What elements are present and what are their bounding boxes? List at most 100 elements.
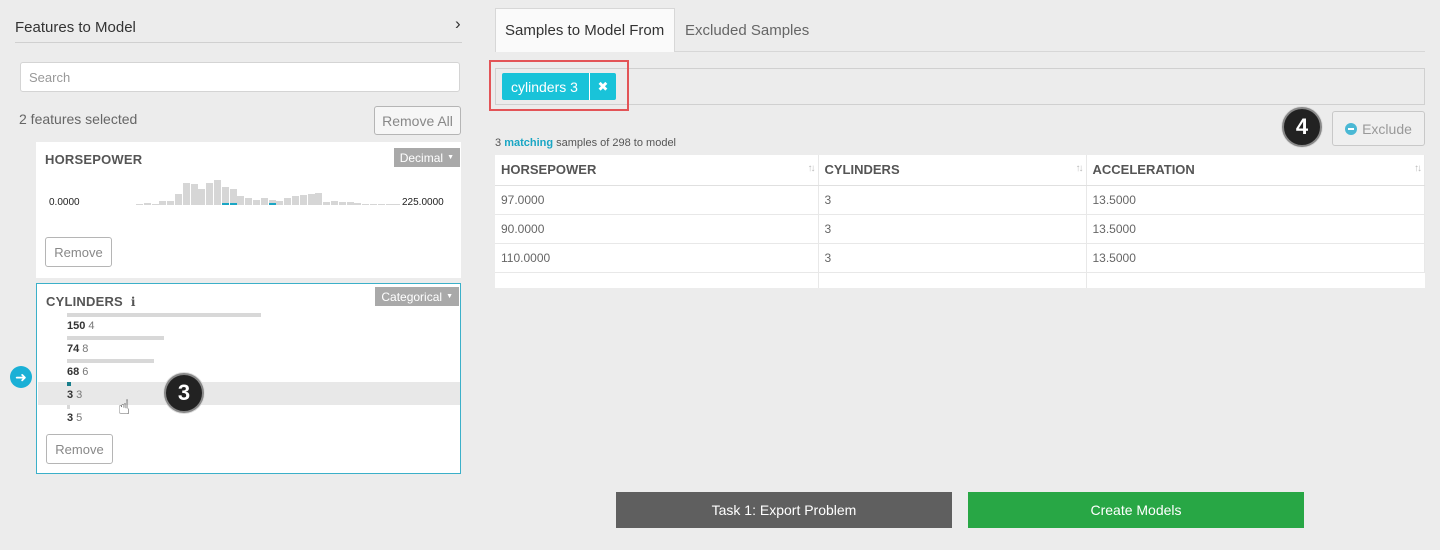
histogram-bar	[331, 201, 338, 205]
category-bar	[67, 359, 154, 363]
remove-feature-button[interactable]: Remove	[45, 237, 112, 267]
table-row: 97.0000 3 13.5000	[495, 185, 1425, 215]
feature-name: HORSEPOWER	[45, 152, 143, 167]
features-panel-title: Features to Model	[15, 19, 136, 36]
category-label: 74 8	[67, 343, 89, 355]
histogram-bar	[237, 196, 245, 205]
step-badge-3: 3	[164, 373, 204, 413]
table-cell: 13.5000	[1086, 185, 1425, 215]
histogram-bar	[393, 204, 401, 205]
remove-all-button[interactable]: Remove All	[374, 106, 461, 135]
info-icon[interactable]: i	[131, 295, 136, 309]
histogram-bar	[354, 203, 362, 205]
histogram-bar	[377, 204, 385, 205]
histogram-bar	[385, 204, 393, 205]
feature-type-dropdown[interactable]: Decimal ▼	[393, 148, 460, 167]
samples-table: HORSEPOWER ↑↓ CYLINDERS ↑↓ ACCELERATION ↑↓ …	[495, 155, 1425, 288]
category-item[interactable]: 68 6	[38, 359, 460, 382]
category-item[interactable]: 150 4	[38, 313, 460, 336]
histogram-bar	[214, 180, 221, 205]
table-padding-row	[495, 272, 1425, 288]
histogram-bar	[323, 202, 331, 205]
histogram-bar	[143, 203, 151, 205]
category-bar	[67, 336, 164, 340]
table-cell: 3	[818, 185, 1087, 215]
histogram-bar	[362, 204, 370, 205]
exclude-button[interactable]: Exclude	[1332, 111, 1425, 146]
sort-icon[interactable]: ↑↓	[1076, 163, 1084, 174]
histogram-bar	[175, 194, 182, 205]
category-bar	[67, 313, 261, 317]
filter-chip[interactable]: cylinders 3 ✖	[502, 73, 616, 100]
histogram-bar	[198, 189, 206, 205]
tab-excluded-samples[interactable]: Excluded Samples	[676, 8, 818, 52]
tab-samples-to-model[interactable]: Samples to Model From	[495, 8, 675, 52]
table-cell: 13.5000	[1086, 243, 1425, 273]
column-header-horsepower[interactable]: HORSEPOWER ↑↓	[495, 155, 819, 186]
table-cell: 90.0000	[495, 214, 819, 244]
histogram-max: 225.0000	[402, 197, 444, 208]
category-label: 68 6	[67, 366, 89, 378]
histogram-bar	[253, 200, 260, 205]
category-item[interactable]: 74 8	[38, 336, 460, 359]
histogram-bar	[299, 195, 307, 205]
histogram-bar	[167, 201, 175, 205]
category-label: 33	[67, 389, 83, 401]
histogram-bar	[370, 204, 377, 205]
column-header-acceleration[interactable]: ACCELERATION ↑↓	[1086, 155, 1425, 186]
matching-samples-text: 3 matching samples of 298 to model	[495, 137, 677, 149]
feature-card-cylinders: CYLINDERS i Categorical ▼ 150 4 74 8 68 6 33…	[36, 283, 461, 474]
histogram-bar	[268, 200, 276, 205]
remove-feature-button[interactable]: Remove	[46, 434, 113, 464]
histogram-bar	[190, 184, 198, 205]
table-header-row: HORSEPOWER ↑↓ CYLINDERS ↑↓ ACCELERATION ↑↓	[495, 155, 1425, 186]
table-row: 90.0000 3 13.5000	[495, 214, 1425, 244]
feature-type-label: Decimal	[399, 150, 444, 165]
category-label: 150 4	[67, 320, 95, 332]
histogram-bar	[307, 194, 315, 205]
category-label: 35	[67, 412, 83, 424]
minus-circle-icon	[1345, 122, 1358, 135]
search-input[interactable]	[20, 62, 460, 92]
table-cell: 3	[818, 243, 1087, 273]
create-models-button[interactable]: Create Models	[968, 492, 1304, 528]
histogram-bar	[159, 201, 167, 205]
histogram-min: 0.0000	[49, 197, 80, 208]
sort-icon[interactable]: ↑↓	[1414, 163, 1422, 174]
table-cell: 110.0000	[495, 243, 819, 273]
tab-divider	[675, 51, 1425, 52]
export-problem-button[interactable]: Task 1: Export Problem	[616, 492, 952, 528]
arrow-right-circle-icon: ➜	[10, 366, 32, 388]
table-cell: 3	[818, 214, 1087, 244]
feature-card-horsepower: HORSEPOWER Decimal ▼ 0.0000 225.0000 Rem…	[36, 142, 461, 278]
hand-cursor-icon: ☝	[118, 397, 131, 419]
filter-chip-label: cylinders 3	[511, 78, 578, 95]
histogram-bar	[346, 202, 354, 205]
column-header-cylinders[interactable]: CYLINDERS ↑↓	[818, 155, 1087, 186]
caret-down-icon: ▼	[447, 154, 454, 161]
histogram-bar	[276, 201, 284, 205]
category-bar	[67, 405, 70, 409]
chevron-right-icon[interactable]: ›	[455, 14, 461, 34]
histogram-bar	[151, 204, 159, 205]
histogram-bar	[229, 189, 237, 205]
histogram-bar	[182, 183, 190, 205]
filter-bar[interactable]	[495, 68, 1425, 105]
category-item[interactable]: 33	[38, 382, 460, 405]
histogram-bar	[292, 196, 299, 205]
histogram-bar	[284, 198, 292, 205]
histogram-bar	[315, 193, 323, 205]
caret-down-icon: ▼	[446, 293, 453, 300]
feature-type-dropdown[interactable]: Categorical ▼	[375, 287, 459, 306]
histogram-bar	[245, 198, 253, 205]
feature-name: CYLINDERS i	[46, 294, 136, 309]
sort-icon[interactable]: ↑↓	[808, 163, 816, 174]
features-selected-count: 2 features selected	[19, 111, 138, 127]
table-cell: 97.0000	[495, 185, 819, 215]
histogram-bar	[136, 204, 143, 205]
category-item[interactable]: 35	[38, 405, 460, 428]
close-icon[interactable]: ✖	[588, 73, 616, 100]
feature-histogram	[136, 178, 401, 205]
exclude-label: Exclude	[1362, 120, 1412, 137]
table-row: 110.0000 3 13.5000	[495, 243, 1425, 273]
